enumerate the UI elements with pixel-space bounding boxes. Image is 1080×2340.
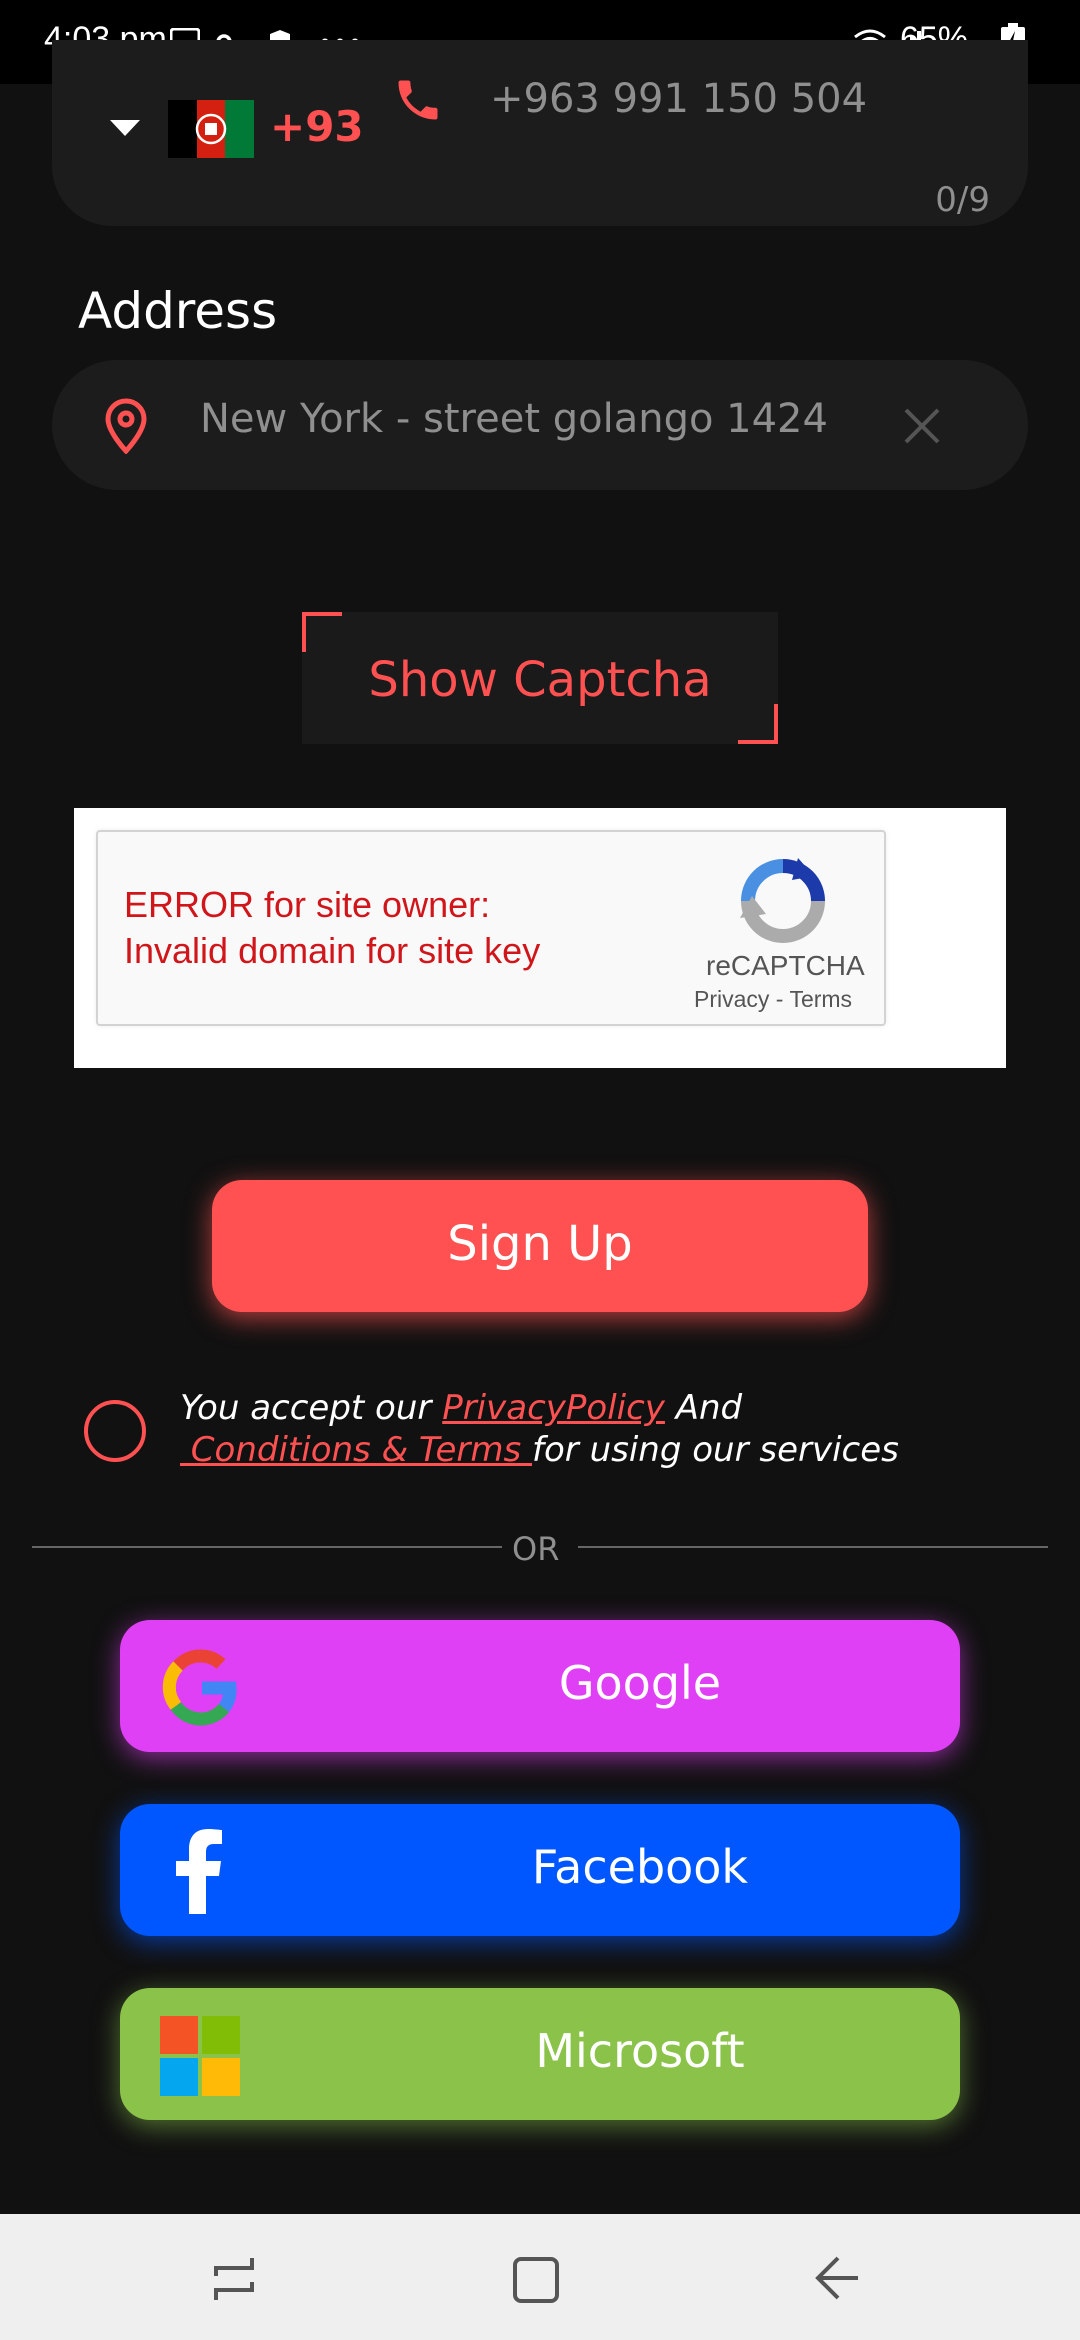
privacy-policy-link[interactable]: PrivacyPolicy: [442, 1388, 665, 1428]
terms-suffix: for using our services: [532, 1430, 899, 1470]
terms-text: You accept our PrivacyPolicy And: [180, 1388, 742, 1428]
show-captcha-label: Show Captcha: [368, 652, 712, 708]
clear-icon[interactable]: [902, 406, 942, 450]
microsoft-sign-in-button[interactable]: Microsoft: [120, 1988, 960, 2120]
recent-apps-icon[interactable]: [212, 2254, 258, 2308]
corner-decoration: [302, 612, 342, 652]
recaptcha-terms-link[interactable]: Terms: [789, 986, 852, 1012]
terms-prefix: You accept our: [180, 1388, 443, 1428]
recaptcha-privacy-link[interactable]: Privacy: [694, 986, 769, 1012]
microsoft-icon: [160, 2016, 240, 2100]
google-icon: [158, 1644, 242, 1732]
terms-text: Conditions & Terms for using our service…: [180, 1430, 899, 1470]
back-icon[interactable]: [814, 2254, 862, 2306]
recaptcha-error: Invalid domain for site key: [124, 930, 541, 971]
facebook-sign-in-button[interactable]: Facebook: [120, 1804, 960, 1936]
recaptcha-separator: -: [769, 986, 790, 1012]
recaptcha-brand: reCAPTCHA: [706, 950, 865, 981]
phone-icon: [392, 74, 444, 130]
google-sign-in-button[interactable]: Google: [120, 1620, 960, 1752]
facebook-label: Facebook: [531, 1840, 749, 1894]
phone-input[interactable]: +963 991 150 504: [490, 76, 867, 122]
show-captcha-button[interactable]: Show Captcha: [302, 612, 778, 744]
conditions-terms-link[interactable]: Conditions & Terms: [180, 1430, 532, 1470]
accept-terms-radio[interactable]: [84, 1400, 146, 1462]
divider-line: [32, 1546, 502, 1548]
address-label: Address: [78, 282, 278, 340]
or-divider-text: OR: [512, 1530, 560, 1568]
sign-up-label: Sign Up: [447, 1216, 633, 1272]
terms-and: And: [664, 1388, 743, 1428]
afghanistan-flag-icon[interactable]: [168, 100, 254, 158]
corner-decoration: [738, 704, 778, 744]
sign-up-button[interactable]: Sign Up: [212, 1180, 868, 1312]
country-dropdown-icon[interactable]: [110, 120, 140, 142]
divider-line: [578, 1546, 1048, 1548]
microsoft-label: Microsoft: [535, 2024, 745, 2078]
location-pin-icon: [104, 398, 148, 458]
country-code[interactable]: +93: [270, 102, 364, 151]
facebook-icon: [174, 1826, 224, 1918]
recaptcha-links: Privacy - Terms: [694, 986, 852, 1013]
home-icon[interactable]: [512, 2256, 560, 2308]
recaptcha-error: ERROR for site owner:: [124, 884, 491, 925]
char-counter: 0/9: [935, 180, 990, 220]
recaptcha-logo-icon: [738, 856, 828, 946]
google-label: Google: [558, 1656, 722, 1710]
system-nav-bar: [0, 2214, 1080, 2340]
address-input[interactable]: New York - street golango 1424: [200, 396, 828, 442]
